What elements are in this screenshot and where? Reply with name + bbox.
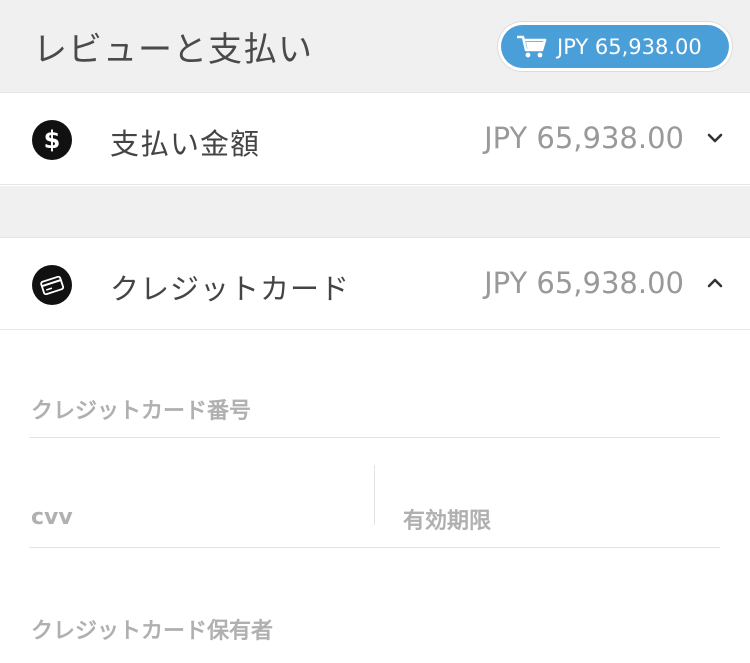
credit-card-label: クレジットカード (110, 272, 351, 306)
card-holder-field[interactable]: クレジットカード保有者 (31, 613, 273, 645)
cart-button-inner[interactable]: JPY 65,938.00 (501, 25, 729, 68)
dollar-icon: $ (32, 120, 72, 160)
payment-amount-label: 支払い金額 (110, 127, 261, 161)
section-gap (0, 186, 750, 237)
expiry-field[interactable]: 有効期限 (403, 503, 491, 535)
cart-button[interactable]: JPY 65,938.00 (498, 22, 732, 71)
cart-total: JPY 65,938.00 (557, 34, 702, 59)
cvv-expiry-divider (29, 547, 720, 548)
card-number-field[interactable]: クレジットカード番号 (31, 393, 251, 425)
cvv-field[interactable]: cvv (31, 505, 73, 530)
payment-amount-value: JPY 65,938.00 (484, 121, 684, 155)
cart-icon (517, 35, 547, 57)
chevron-down-icon[interactable] (704, 127, 726, 149)
payment-amount-row[interactable]: $ 支払い金額 JPY 65,938.00 (0, 92, 750, 185)
credit-card-icon (32, 265, 72, 305)
header: レビューと支払い JPY 65,938.00 (0, 0, 750, 92)
credit-card-row[interactable]: クレジットカード JPY 65,938.00 (0, 237, 750, 330)
page-title: レビューと支払い (33, 30, 313, 70)
field-separator (374, 465, 375, 525)
credit-card-value: JPY 65,938.00 (484, 266, 684, 300)
chevron-up-icon[interactable] (704, 272, 726, 294)
card-number-divider (29, 437, 720, 438)
